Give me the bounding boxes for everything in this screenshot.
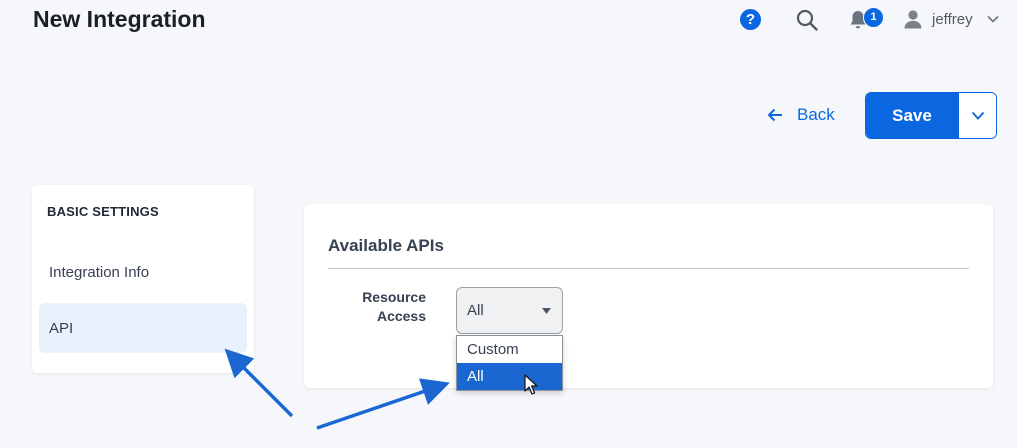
sidebar-heading: BASIC SETTINGS [47,204,159,219]
notification-count-badge: 1 [863,7,884,28]
mouse-cursor-icon [524,374,538,395]
sidebar-item-integration-info[interactable]: Integration Info [39,247,247,297]
sidebar-item-api[interactable]: API [39,303,247,353]
page-title: New Integration [33,6,206,32]
resource-access-options: Custom All [456,335,563,391]
caret-down-icon [542,308,551,314]
help-icon[interactable]: ? [740,9,761,30]
settings-sidebar: BASIC SETTINGS Integration Info API [32,185,254,373]
search-icon[interactable] [796,9,818,31]
annotation-arrow-to-all-option [316,378,450,430]
notifications-button[interactable]: 1 [849,7,884,33]
sidebar-item-label: Integration Info [49,263,150,281]
chevron-down-icon [987,15,999,23]
chevron-down-icon [971,111,984,120]
back-button[interactable]: Back [767,101,835,129]
save-button[interactable]: Save [866,93,958,138]
user-menu[interactable]: jeffrey [903,6,999,32]
resource-access-value: All [467,302,484,319]
section-title: Available APIs [328,236,444,255]
username-label: jeffrey [932,10,973,28]
option-all[interactable]: All [457,363,562,390]
save-button-group: Save [865,92,997,139]
resource-access-select[interactable]: All [456,287,563,334]
available-apis-card: Available APIs Resource Access All [304,204,993,388]
save-options-button[interactable] [958,93,996,138]
back-label: Back [797,105,835,124]
arrow-left-icon [767,108,782,122]
sidebar-item-label: API [49,319,74,337]
user-icon [904,10,922,29]
section-divider [328,268,969,269]
option-custom[interactable]: Custom [457,336,562,363]
resource-access-label: Resource Access [362,289,426,324]
